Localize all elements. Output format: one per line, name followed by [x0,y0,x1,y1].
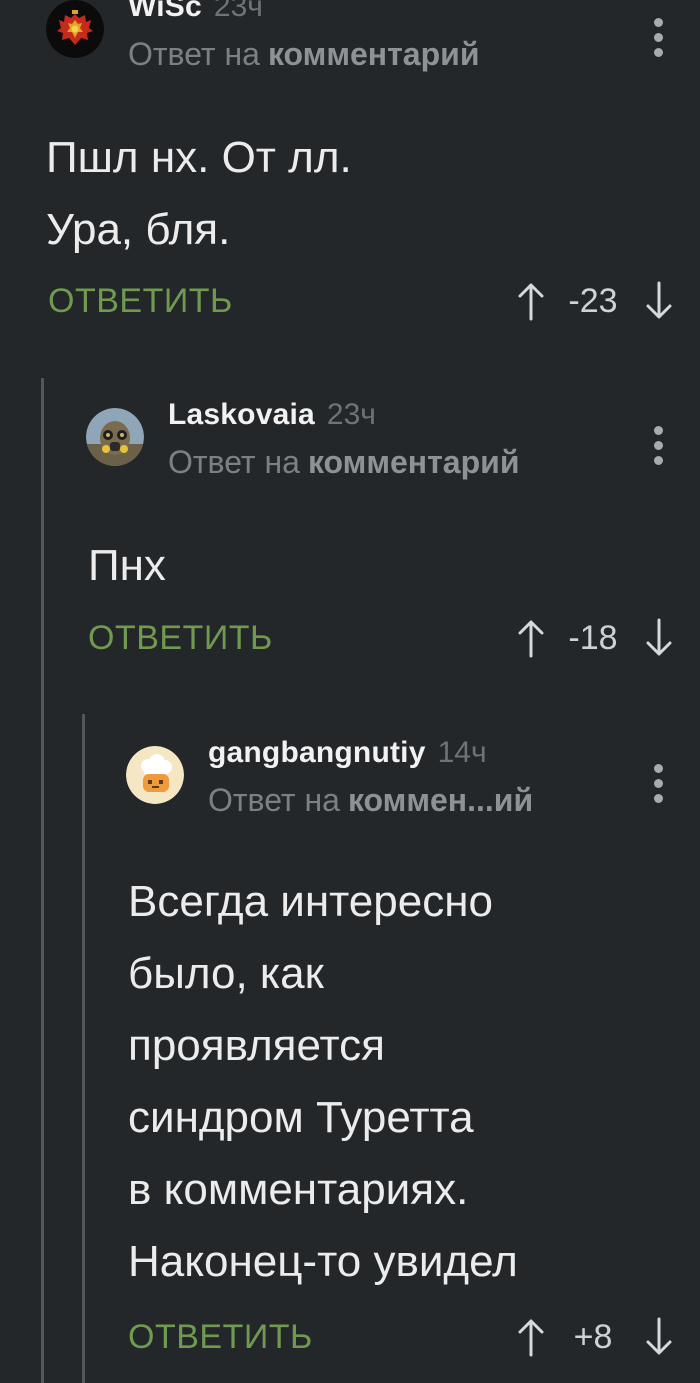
arrow-up-icon[interactable] [514,616,548,660]
comment-time: 14ч [437,736,487,769]
reply-to-info: Ответ на коммен...ий [208,782,533,819]
reply-to-prefix: Ответ на [168,444,300,480]
avatar[interactable] [46,0,104,58]
comment-line: было, как [128,949,324,998]
reply-to-prefix: Ответ на [128,36,260,72]
more-vertical-icon[interactable] [648,426,668,465]
arrow-down-icon[interactable] [642,616,676,660]
reply-to-prefix: Ответ на [208,782,340,818]
reply-to-link[interactable]: комментарий [308,444,520,480]
comment-line: Наконец-то увидел [128,1237,518,1286]
username[interactable]: Laskovaia [168,398,315,432]
more-vertical-icon[interactable] [648,18,668,57]
username[interactable]: gangbangnutiy [208,736,426,770]
arrow-down-icon[interactable] [642,1315,676,1359]
reply-to-link[interactable]: комментарий [268,36,480,72]
vote-score: -23 [568,281,618,320]
comment-body: Пнх [88,530,166,602]
vote-score: +8 [573,1317,613,1356]
reply-button[interactable]: ОТВЕТИТЬ [88,619,273,658]
reply-to-link[interactable]: коммен...ий [348,782,533,818]
comment-line: проявляется [128,1021,385,1070]
more-vertical-icon[interactable] [648,764,668,803]
comment-line: в комментариях. [128,1165,469,1214]
arrow-up-icon[interactable] [514,1315,548,1359]
reply-to-info: Ответ на комментарий [168,444,519,481]
chef-avatar-icon [126,746,184,804]
reply-to-info: Ответ на комментарий [128,36,479,73]
thread-line-level-2 [82,714,85,1383]
avatar[interactable] [126,746,184,804]
comment-line: Ура, бля. [46,205,231,254]
comment-time: 23ч [213,0,263,23]
gas-mask-avatar-icon [86,408,144,466]
comment-line: Всегда интересно [128,877,493,926]
comment-body: Пшл нх. От лл. Ура, бля. [46,122,352,266]
avatar[interactable] [86,408,144,466]
comment-line: Пшл нх. От лл. [46,133,352,182]
vote-score: -18 [568,618,618,657]
comment-line: синдром Туретта [128,1093,474,1142]
thread-line-level-1 [41,378,44,1383]
coat-of-arms-icon [46,0,104,58]
comment-line: Пнх [88,541,166,590]
reply-button[interactable]: ОТВЕТИТЬ [48,282,233,321]
arrow-down-icon[interactable] [642,279,676,323]
reply-button[interactable]: ОТВЕТИТЬ [128,1318,313,1357]
comment-body: Всегда интересно было, как проявляется с… [128,866,518,1298]
username[interactable]: WiSc [128,0,202,24]
arrow-up-icon[interactable] [514,279,548,323]
comment-time: 23ч [326,398,376,431]
comments-page: WiSc 23ч Ответ на комментарий Пшл нх. От … [0,0,700,1383]
